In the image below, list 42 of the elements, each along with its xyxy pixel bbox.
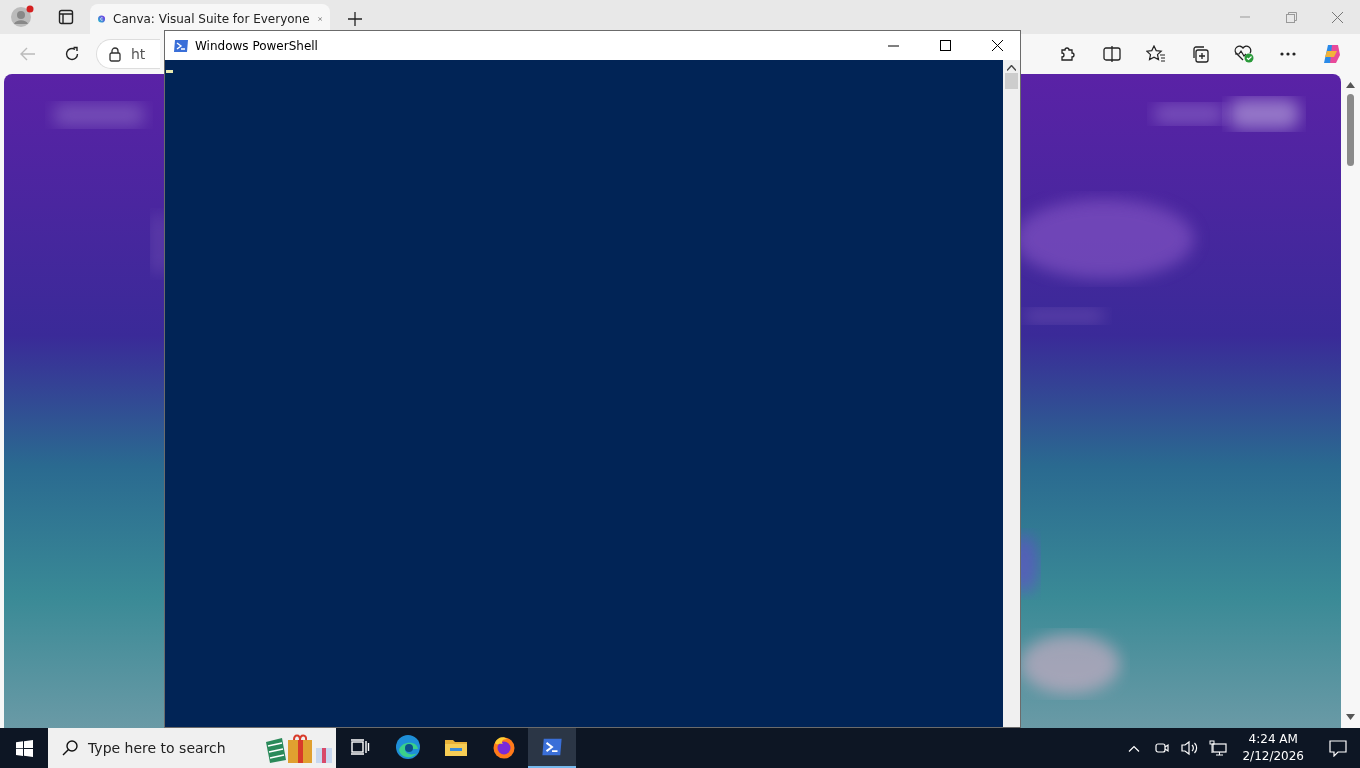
- powershell-icon: [173, 37, 189, 54]
- network-icon[interactable]: [1209, 740, 1228, 756]
- performance-icon[interactable]: [1234, 45, 1254, 63]
- firefox-icon: [492, 735, 516, 759]
- folder-icon: [444, 737, 468, 757]
- edge-icon: [395, 734, 421, 760]
- scroll-down-icon[interactable]: [1346, 714, 1355, 720]
- clock-date: 2/12/2026: [1242, 748, 1304, 765]
- window-title: Windows PowerShell: [195, 38, 318, 53]
- scroll-up-icon[interactable]: [1007, 65, 1016, 71]
- task-view-icon: [350, 738, 370, 756]
- search-field[interactable]: Type here to search: [48, 728, 336, 768]
- taskbar-app[interactable]: [528, 728, 576, 768]
- favorites-icon[interactable]: [1146, 45, 1166, 63]
- profile-icon[interactable]: [10, 5, 34, 29]
- refresh-icon[interactable]: [64, 46, 80, 62]
- scrollbar-thumb[interactable]: [1347, 94, 1354, 166]
- clock[interactable]: 4:24 AM 2/12/2026: [1234, 731, 1312, 765]
- camera-icon[interactable]: [1154, 740, 1171, 756]
- notifications-icon[interactable]: [1329, 739, 1347, 757]
- chevron-up-icon[interactable]: [1128, 744, 1141, 752]
- lock-icon: [109, 46, 121, 62]
- text-cursor: [166, 70, 173, 73]
- windows-start-icon[interactable]: [15, 739, 33, 757]
- tab-actions-icon[interactable]: [58, 9, 74, 25]
- scroll-up-icon[interactable]: [1346, 82, 1355, 88]
- clock-time: 4:24 AM: [1248, 731, 1298, 748]
- split-screen-icon[interactable]: [1103, 46, 1121, 62]
- minimize-icon[interactable]: [887, 44, 899, 47]
- copilot-icon[interactable]: [1321, 43, 1343, 65]
- browser-tab[interactable]: Canva: Visual Suite for Everyone: [90, 4, 330, 34]
- search-icon: [62, 740, 78, 756]
- scrollbar-thumb[interactable]: [1005, 73, 1018, 89]
- maximize-icon[interactable]: [939, 40, 951, 51]
- new-tab-icon[interactable]: [348, 12, 362, 26]
- collections-icon[interactable]: [1191, 45, 1209, 63]
- close-icon[interactable]: [991, 40, 1003, 51]
- volume-icon[interactable]: [1181, 740, 1200, 756]
- url-input[interactable]: ht: [131, 46, 153, 62]
- extensions-icon[interactable]: [1059, 45, 1077, 63]
- more-icon[interactable]: [1280, 52, 1296, 56]
- powershell-icon: [541, 736, 563, 758]
